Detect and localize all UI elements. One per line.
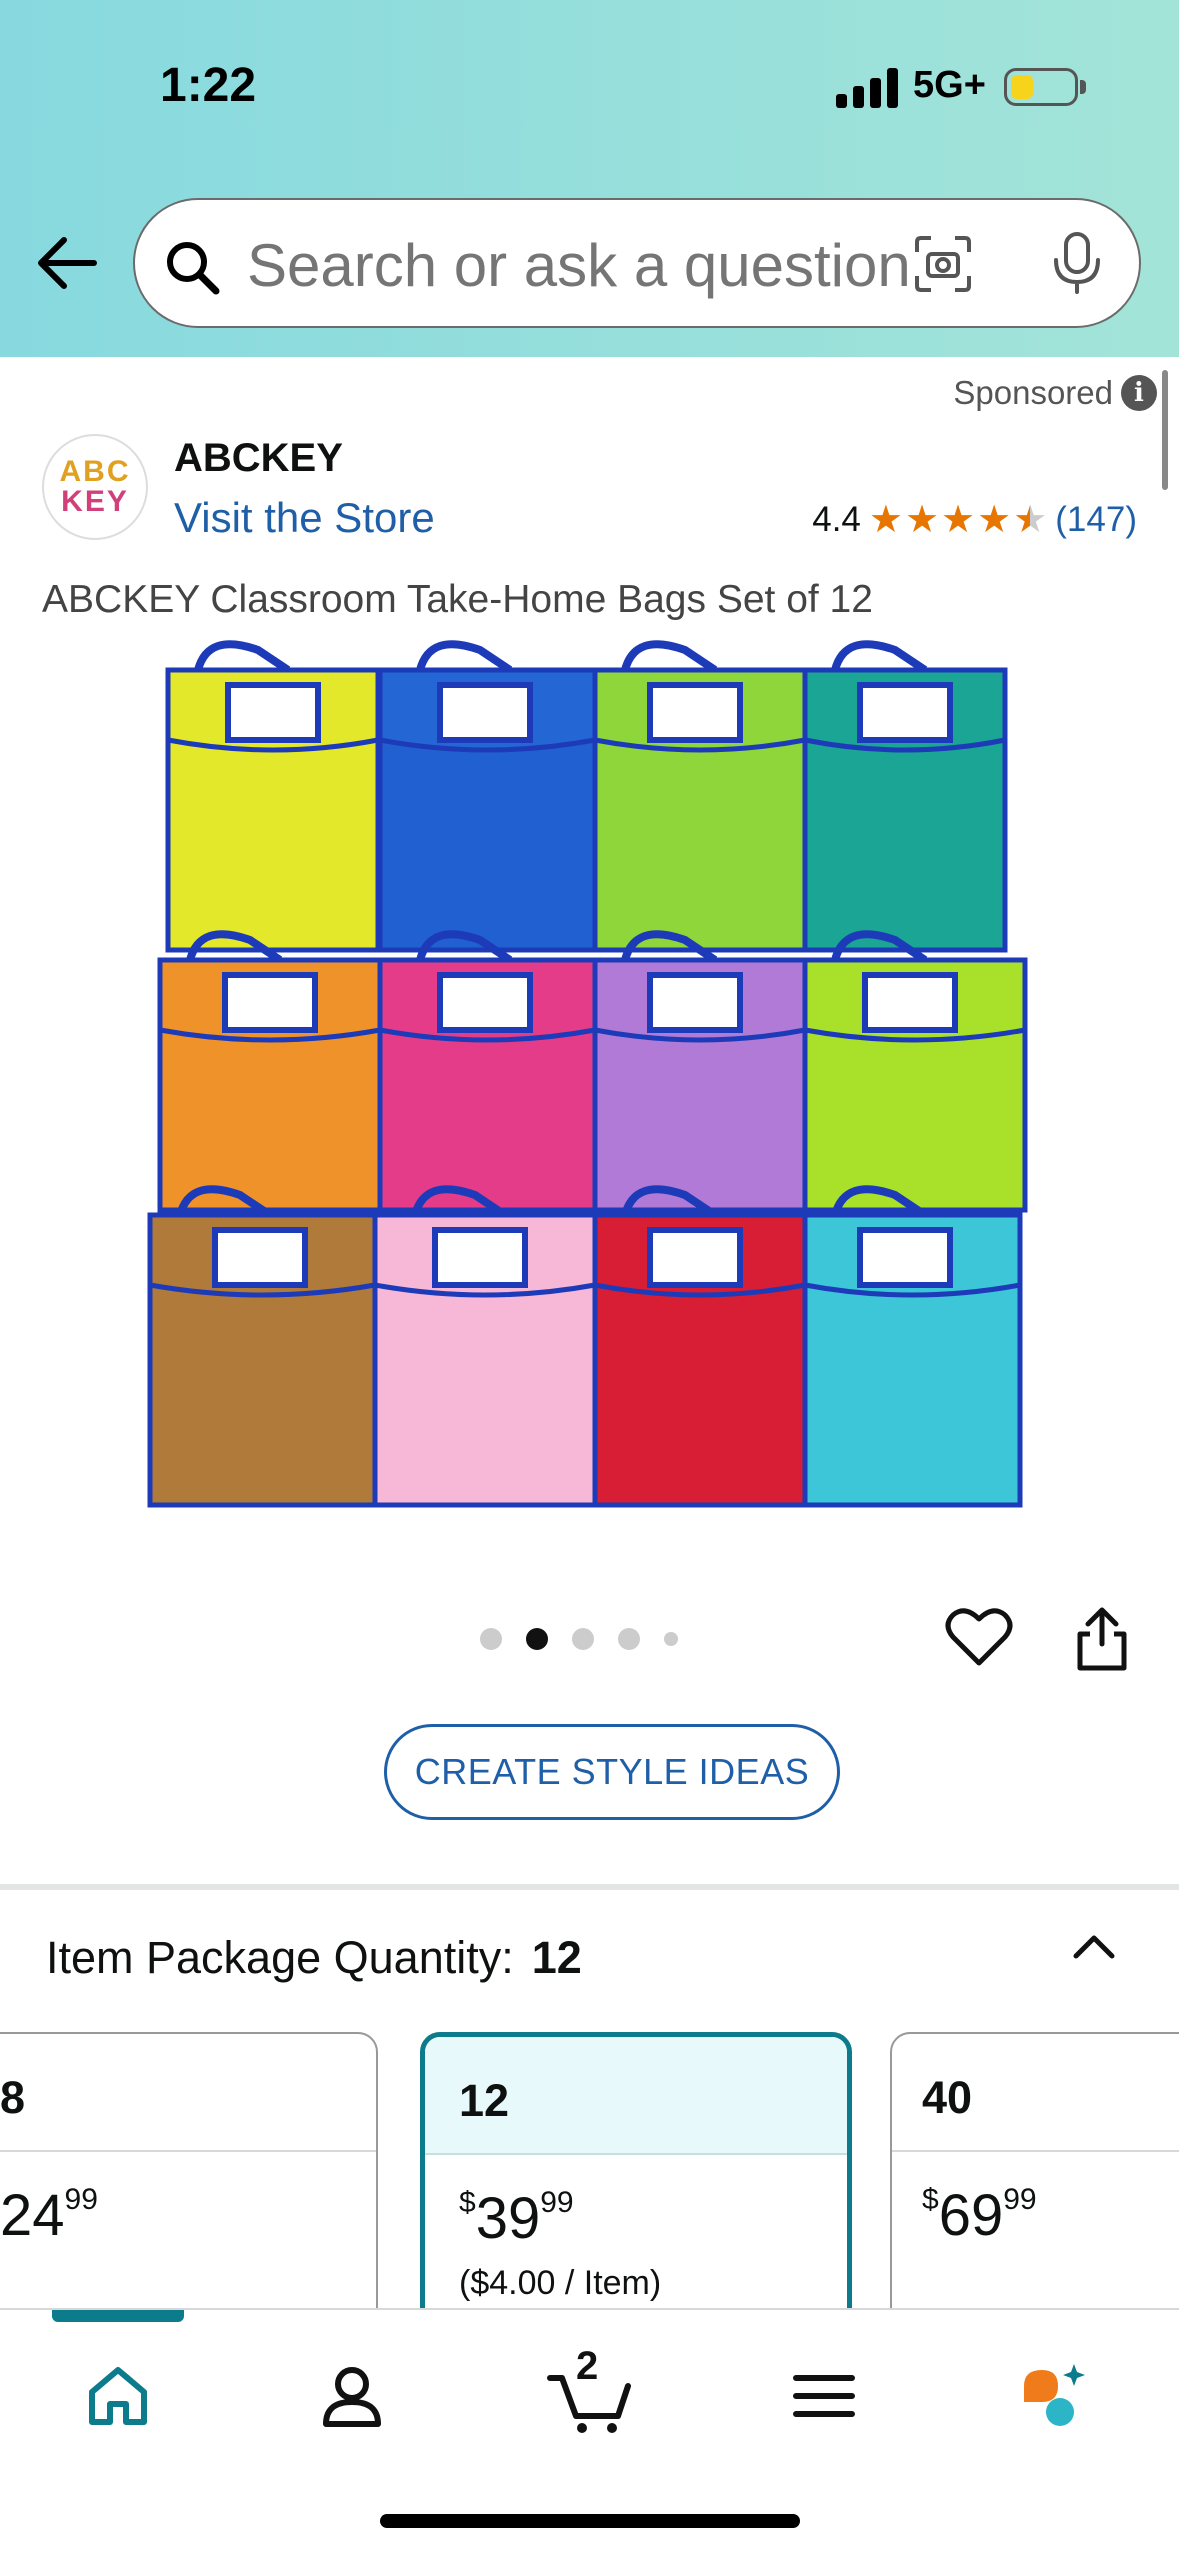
cellular-signal-icon <box>836 68 900 108</box>
share-icon[interactable] <box>1072 1604 1132 1672</box>
visit-store-link[interactable]: Visit the Store <box>174 494 435 542</box>
back-arrow-icon <box>38 237 97 289</box>
heart-icon[interactable] <box>945 1605 1013 1669</box>
chevron-up-icon[interactable] <box>1070 1926 1118 1966</box>
price-fraction: 99 <box>64 2183 98 2216</box>
back-button[interactable] <box>32 228 102 298</box>
star-icon: ★ <box>941 499 976 541</box>
network-type: 5G+ <box>913 64 986 106</box>
star-icon: ★ <box>977 499 1012 541</box>
option-price: $3999 <box>425 2155 847 2252</box>
price-symbol: $ <box>922 2183 939 2216</box>
package-quantity-text: Item Package Quantity: <box>46 1932 514 1983</box>
price-whole: 24 <box>0 2183 65 2248</box>
microphone-icon[interactable] <box>1049 230 1105 296</box>
page-scrollbar[interactable] <box>1162 370 1168 490</box>
rating-value: 4.4 <box>812 500 861 539</box>
package-option-40[interactable]: 40 $6999 <box>890 2032 1179 2332</box>
pagination-dot[interactable] <box>572 1628 594 1650</box>
rufus-assistant-icon <box>1024 2364 1085 2426</box>
rating-count-link[interactable]: (147) <box>1055 500 1137 540</box>
star-rating-icon: ★ ★ ★ ★ ★ <box>869 501 1047 539</box>
price-symbol: $ <box>459 2186 476 2219</box>
tab-cart[interactable]: 2 <box>546 2344 636 2436</box>
option-price: $6999 <box>892 2152 1179 2249</box>
sponsored-text: Sponsored <box>953 374 1113 411</box>
half-star-icon: ★ <box>1013 499 1048 541</box>
battery-tip <box>1080 80 1086 94</box>
brand-logo-line2: KEY <box>61 485 129 518</box>
search-input[interactable] <box>247 230 947 300</box>
tab-home[interactable] <box>78 2356 158 2436</box>
status-time: 1:22 <box>160 59 257 112</box>
price-whole: 39 <box>475 2186 541 2251</box>
rating-summary[interactable]: 4.4 ★ ★ ★ ★ ★ (147) <box>812 500 1137 540</box>
pagination-dot-active[interactable] <box>526 1628 548 1650</box>
tab-rufus-assistant[interactable] <box>1014 2356 1094 2436</box>
tab-menu[interactable] <box>784 2356 864 2436</box>
tab-account[interactable] <box>312 2356 392 2436</box>
option-quantity: 8 <box>0 2034 376 2152</box>
info-icon[interactable]: i <box>1121 375 1157 411</box>
option-quantity: 12 <box>425 2037 847 2155</box>
home-icon <box>89 2367 147 2425</box>
bag-grid <box>147 640 1028 1508</box>
price-fraction: 99 <box>540 2186 574 2219</box>
pagination-dot[interactable] <box>618 1628 640 1650</box>
package-quantity-selected: 12 <box>531 1932 582 1983</box>
search-bar[interactable] <box>133 198 1141 328</box>
image-pagination-dots[interactable] <box>480 1628 678 1650</box>
option-per-item: ($4.00 / Item) <box>459 2264 662 2302</box>
package-quantity-label: Item Package Quantity: 12 <box>46 1932 582 1984</box>
active-tab-indicator <box>52 2310 184 2322</box>
create-style-ideas-button[interactable]: CREATE STYLE IDEAS <box>384 1724 840 1820</box>
pagination-dot[interactable] <box>664 1632 678 1646</box>
option-quantity: 40 <box>892 2034 1179 2152</box>
menu-icon <box>793 2375 855 2417</box>
camera-lens-icon[interactable] <box>913 234 973 294</box>
cart-count-badge: 2 <box>576 2344 599 2388</box>
brand-logo[interactable]: ABC KEY <box>42 434 148 540</box>
price-fraction: 99 <box>1003 2183 1037 2216</box>
brand-name: ABCKEY <box>174 436 343 480</box>
package-option-8[interactable]: 8 2499 <box>0 2032 378 2332</box>
battery-icon <box>1004 68 1078 106</box>
price-whole: 69 <box>938 2183 1004 2248</box>
star-icon: ★ <box>868 499 903 541</box>
product-title: ABCKEY Classroom Take-Home Bags Set of 1… <box>42 578 873 621</box>
pagination-dot[interactable] <box>480 1628 502 1650</box>
star-icon: ★ <box>904 499 940 541</box>
option-price: 2499 <box>0 2152 376 2249</box>
user-icon <box>323 2367 381 2427</box>
brand-logo-line1: ABC <box>59 455 131 488</box>
section-divider <box>0 1884 1179 1890</box>
home-indicator[interactable] <box>380 2514 800 2528</box>
package-option-12[interactable]: 12 $3999 ($4.00 / Item) <box>420 2032 852 2332</box>
product-image[interactable] <box>140 640 1040 1520</box>
header: 1:22 5G+ <box>0 0 1179 357</box>
sponsored-label[interactable]: Sponsored i <box>953 374 1157 412</box>
search-icon <box>167 242 220 295</box>
